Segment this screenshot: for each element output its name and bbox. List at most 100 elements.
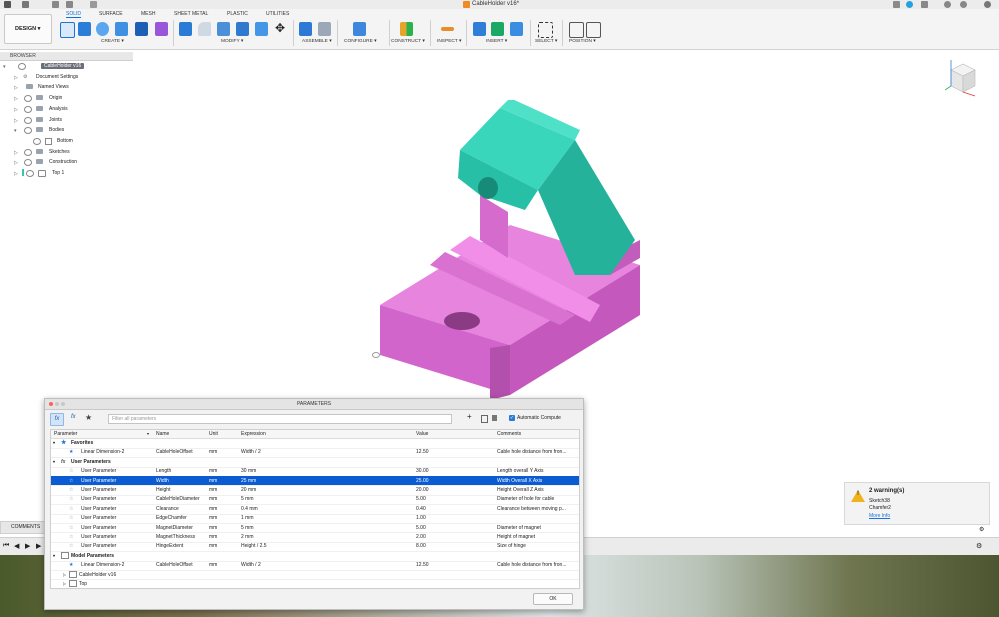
column-header-comments[interactable]: Comments	[497, 431, 521, 437]
browser-item-analysis[interactable]: ▷ Analysis	[3, 105, 133, 115]
joint-origin-icon[interactable]	[372, 352, 380, 358]
insert-mesh-icon[interactable]	[491, 22, 504, 36]
insert-derive-icon[interactable]	[473, 22, 486, 36]
parameter-search-input[interactable]: Filter all parameters	[108, 414, 452, 424]
browser-header[interactable]: BROWSER	[0, 52, 133, 61]
hole-icon[interactable]	[115, 22, 128, 36]
form-icon[interactable]	[155, 22, 168, 36]
add-parameter-fx-icon[interactable]: fx	[71, 414, 76, 420]
revolve-icon[interactable]	[96, 22, 109, 36]
column-header-unit[interactable]: Unit	[209, 431, 218, 437]
more-info-link[interactable]: More Info	[869, 513, 890, 519]
expand-icon[interactable]: ▷	[14, 150, 18, 156]
visibility-icon[interactable]	[33, 137, 41, 145]
copy-icon[interactable]	[481, 415, 488, 423]
maximize-icon[interactable]	[61, 402, 65, 406]
insert-canvas-icon[interactable]	[510, 22, 523, 36]
favorite-star-icon[interactable]: ★	[69, 449, 73, 455]
visibility-icon[interactable]	[24, 159, 32, 167]
group-create[interactable]: CREATE ▾	[101, 39, 124, 44]
favorite-star-outline-icon[interactable]: ☆	[69, 543, 73, 549]
cell-expression[interactable]: 20 mm	[241, 487, 256, 493]
collapse-icon[interactable]: ▾	[14, 128, 17, 134]
expand-icon[interactable]: ▷	[14, 118, 18, 124]
visibility-icon[interactable]	[26, 170, 34, 177]
box-icon[interactable]	[135, 22, 148, 36]
cell-comment[interactable]: Diameter of hole for cable	[497, 496, 554, 502]
group-assemble[interactable]: ASSEMBLE ▾	[302, 39, 332, 44]
column-header-parameter[interactable]: Parameter	[54, 431, 77, 437]
save-icon[interactable]	[22, 1, 29, 8]
browser-item-sketches[interactable]: ▷ Sketches	[3, 148, 133, 158]
cell-comment[interactable]: Length overall Y Axis	[497, 468, 544, 474]
expand-icon[interactable]: ▷	[14, 85, 18, 91]
close-icon[interactable]	[49, 402, 53, 406]
cell-expression[interactable]: Height / 2.5	[241, 543, 267, 549]
tab-sheet-metal[interactable]: SHEET METAL	[174, 11, 208, 17]
tab-surface[interactable]: SURFACE	[99, 11, 123, 17]
cell-comment[interactable]: Cable hole distance from fron...	[497, 562, 566, 568]
expand-icon[interactable]: ▷	[14, 96, 18, 102]
tab-mesh[interactable]: MESH	[141, 11, 155, 17]
timeline-prev-icon[interactable]: ◀	[14, 542, 19, 550]
expand-icon[interactable]: ▷	[14, 107, 18, 113]
favorite-star-outline-icon[interactable]: ☆	[69, 478, 73, 484]
collapse-icon[interactable]: ▾	[3, 64, 6, 70]
joint-icon[interactable]	[318, 22, 331, 36]
group-select[interactable]: SELECT ▾	[535, 39, 557, 44]
browser-item-construction[interactable]: ▷ Construction	[3, 158, 133, 168]
viewcube[interactable]	[945, 58, 979, 98]
cell-comment[interactable]: Height Overall Z Axis	[497, 487, 544, 493]
group-modify[interactable]: MODIFY ▾	[221, 39, 243, 44]
cell-comment[interactable]: Width Overall X Axis	[497, 478, 542, 484]
automatic-compute-checkbox[interactable]: ✓ Automatic Compute	[509, 415, 561, 421]
browser-item-bodies[interactable]: ▾ Bodies	[3, 126, 133, 136]
parameter-fx-icon[interactable]: fx	[50, 413, 64, 426]
favorite-star-outline-icon[interactable]: ☆	[69, 534, 73, 540]
minimize-icon[interactable]	[55, 402, 59, 406]
comments-panel[interactable]: COMMENTS	[0, 521, 46, 534]
expand-icon[interactable]: ▷	[14, 171, 18, 177]
favorite-star-icon[interactable]: ★	[69, 562, 73, 568]
warnings-settings-icon[interactable]: ⚙	[979, 526, 984, 533]
cell-comment[interactable]: Cable hole distance from fron...	[497, 449, 566, 455]
collapse-icon[interactable]: ▾	[53, 459, 55, 464]
undo-icon[interactable]	[52, 1, 59, 8]
move-icon[interactable]: ✥	[275, 22, 285, 34]
group-inspect[interactable]: INSPECT ▾	[437, 39, 461, 44]
cell-comment[interactable]: Clearance between moving p...	[497, 506, 566, 512]
timeline-next-icon[interactable]: ▶	[36, 542, 41, 550]
group-position[interactable]: POSITION ▾	[569, 39, 596, 44]
tab-plastic[interactable]: PLASTIC	[227, 11, 248, 17]
fillet-icon[interactable]	[198, 22, 211, 36]
shell-icon[interactable]	[236, 22, 249, 36]
add-icon[interactable]: +	[467, 412, 472, 421]
new-tab-icon[interactable]	[893, 1, 900, 8]
browser-item-origin[interactable]: ▷ Origin	[3, 94, 133, 104]
browser-item-body-bottom[interactable]: Bottom	[3, 137, 133, 147]
cell-expression[interactable]: Width / 2	[241, 562, 261, 568]
expand-icon[interactable]: ▷	[63, 581, 66, 586]
cell-expression[interactable]: 2 mm	[241, 534, 254, 540]
tree-row-component[interactable]: ▷ Top	[51, 579, 579, 590]
help-icon[interactable]	[960, 1, 967, 8]
cell-expression[interactable]: 1 mm	[241, 515, 254, 521]
group-configure[interactable]: CONFIGURE ▾	[344, 39, 377, 44]
notifications-icon[interactable]	[944, 1, 951, 8]
capture-position-icon[interactable]	[586, 22, 601, 38]
extrude-icon[interactable]	[78, 22, 91, 36]
redo-icon[interactable]	[66, 1, 73, 8]
favorite-star-icon[interactable]: ★	[85, 413, 92, 422]
visibility-icon[interactable]	[24, 95, 32, 103]
browser-root[interactable]: ▾ CableHolder v16	[3, 62, 133, 72]
favorite-star-outline-icon[interactable]: ☆	[69, 487, 73, 493]
job-status-icon[interactable]	[921, 1, 928, 8]
browser-item-named-views[interactable]: ▷ Named Views	[3, 83, 133, 93]
cable-holder-model[interactable]	[360, 100, 660, 405]
favorite-star-outline-icon[interactable]: ☆	[69, 468, 73, 474]
new-component-icon[interactable]	[299, 22, 312, 36]
select-icon[interactable]	[538, 22, 553, 38]
workspace-design-button[interactable]: DESIGN ▾	[4, 14, 52, 44]
home-icon[interactable]	[90, 1, 97, 8]
collapse-icon[interactable]: ▾	[53, 440, 55, 445]
